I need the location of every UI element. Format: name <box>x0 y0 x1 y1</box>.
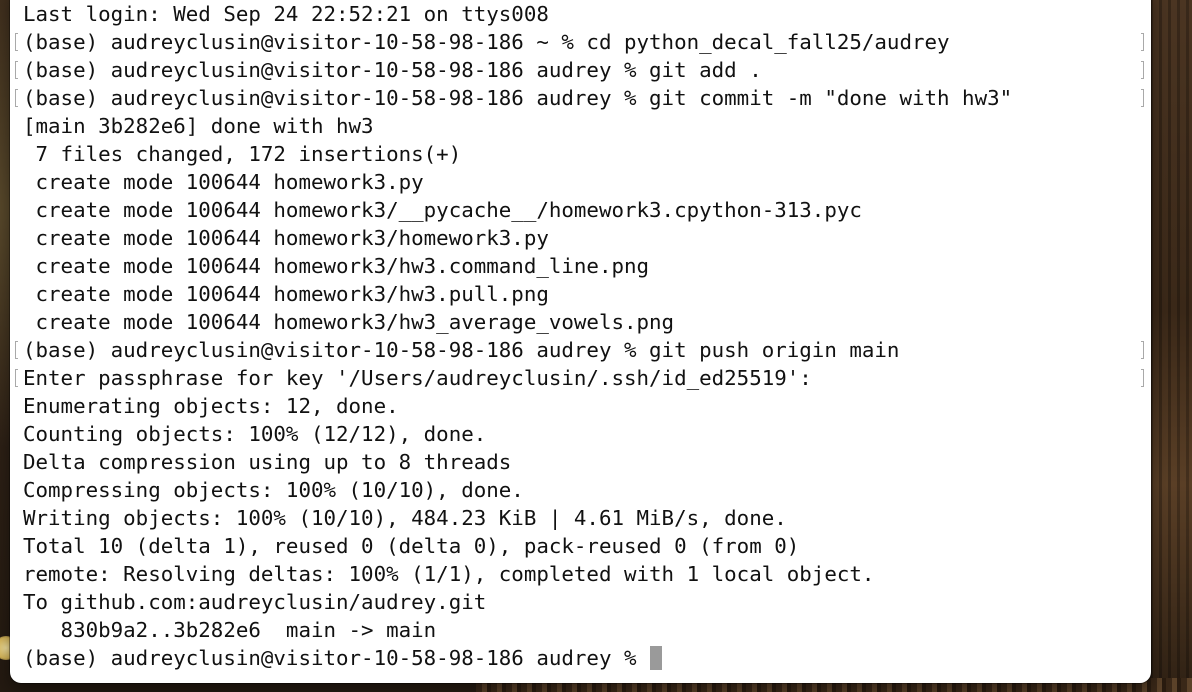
command-mark-right <box>1141 369 1144 387</box>
terminal-line-output: Delta compression using up to 8 threads <box>23 450 512 474</box>
terminal-line-passphrase-prompt: Enter passphrase for key '/Users/audreyc… <box>23 366 812 390</box>
terminal-line-output: Compressing objects: 100% (10/10), done. <box>23 478 524 502</box>
terminal-line-output: create mode 100644 homework3/hw3.pull.pn… <box>23 282 549 306</box>
terminal-line-output: create mode 100644 homework3.py <box>23 170 424 194</box>
terminal-line-output: Counting objects: 100% (12/12), done. <box>23 422 487 446</box>
command-mark-left <box>15 341 18 359</box>
terminal-line-output: create mode 100644 homework3/hw3.command… <box>23 254 650 278</box>
terminal-line-output: create mode 100644 homework3/homework3.p… <box>23 226 549 250</box>
terminal-line-output: Writing objects: 100% (10/10), 484.23 Ki… <box>23 506 787 530</box>
command-mark-right <box>1141 341 1144 359</box>
command-mark-left <box>15 61 18 79</box>
shell-prompt: (base) audreyclusin@visitor-10-58-98-186… <box>23 646 650 670</box>
terminal-line-output: [main 3b282e6] done with hw3 <box>23 114 374 138</box>
terminal-line-output: create mode 100644 homework3/__pycache__… <box>23 198 862 222</box>
command-mark-right <box>1141 33 1144 51</box>
terminal-line-command: (base) audreyclusin@visitor-10-58-98-186… <box>23 58 762 82</box>
command-mark-right <box>1141 89 1144 107</box>
terminal-line-command: (base) audreyclusin@visitor-10-58-98-186… <box>23 30 950 54</box>
terminal-line-login: Last login: Wed Sep 24 22:52:21 on ttys0… <box>23 2 549 26</box>
terminal-line-output: Enumerating objects: 12, done. <box>23 394 399 418</box>
terminal-line-output: 830b9a2..3b282e6 main -> main <box>23 618 437 642</box>
text-cursor <box>650 646 663 670</box>
command-mark-left <box>15 369 18 387</box>
command-mark-left <box>15 33 18 51</box>
terminal-line-command: (base) audreyclusin@visitor-10-58-98-186… <box>23 86 1013 110</box>
terminal-line-command: (base) audreyclusin@visitor-10-58-98-186… <box>23 338 900 362</box>
command-mark-left <box>15 89 18 107</box>
command-mark-right <box>1141 61 1144 79</box>
wallpaper-tree-bark <box>1150 0 1192 692</box>
terminal-input-line[interactable]: (base) audreyclusin@visitor-10-58-98-186… <box>23 644 1012 672</box>
terminal-output[interactable]: Last login: Wed Sep 24 22:52:21 on ttys0… <box>23 0 1012 672</box>
terminal-line-output: remote: Resolving deltas: 100% (1/1), co… <box>23 562 875 586</box>
terminal-line-output: 7 files changed, 172 insertions(+) <box>23 142 462 166</box>
terminal-line-output: create mode 100644 homework3/hw3_average… <box>23 310 675 334</box>
terminal-line-output: To github.com:audreyclusin/audrey.git <box>23 590 487 614</box>
terminal-window[interactable]: Last login: Wed Sep 24 22:52:21 on ttys0… <box>10 0 1151 683</box>
terminal-line-output: Total 10 (delta 1), reused 0 (delta 0), … <box>23 534 800 558</box>
